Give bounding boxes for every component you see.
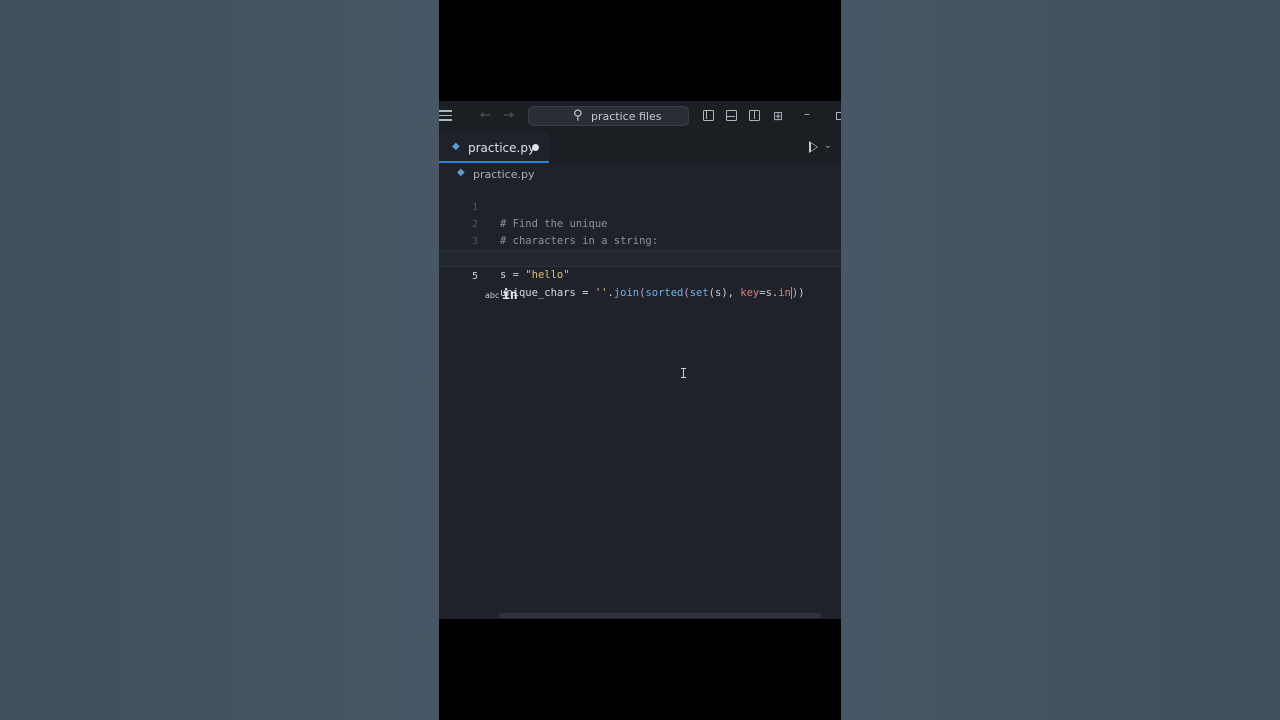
breadcrumb: ◆ practice.py	[439, 163, 841, 184]
background-left	[0, 0, 439, 720]
code-line-current: 5 unique_chars = ''.join(sorted(set(s), …	[439, 250, 841, 299]
code-line: 3	[439, 216, 841, 247]
background-right	[841, 0, 1280, 720]
horizontal-scrollbar[interactable]	[499, 613, 821, 618]
minimize-icon[interactable]: –	[804, 107, 810, 121]
toggle-sidebar-icon[interactable]	[703, 110, 714, 121]
suggestion-label: in	[502, 288, 518, 303]
code-editor[interactable]: 1 # Find the unique 2 # characters in a …	[439, 182, 841, 619]
mouse-ibeam-cursor-icon	[681, 368, 686, 378]
python-file-icon: ◆	[457, 167, 465, 178]
tab-practice-py[interactable]: ◆ practice.py	[439, 132, 549, 163]
customize-layout-icon[interactable]: ⊞	[773, 109, 783, 123]
code-line: 1 # Find the unique	[439, 182, 841, 230]
editor-window: ← → ⚲ practice files ⊞ – ◆ practice.py ⌄…	[439, 101, 841, 619]
command-center-search[interactable]: ⚲ practice files	[528, 106, 689, 126]
code-text: s = "hello"	[500, 267, 570, 284]
chevron-down-icon[interactable]: ⌄	[824, 141, 832, 151]
title-bar: ← → ⚲ practice files ⊞ –	[439, 101, 841, 133]
arrow-right-icon[interactable]: →	[503, 109, 514, 123]
arrow-left-icon[interactable]: ←	[480, 109, 491, 123]
search-text: practice files	[591, 110, 662, 123]
code-line: 4 s = "hello"	[439, 233, 841, 281]
string-token: "hello"	[525, 269, 570, 281]
breadcrumb-item[interactable]: practice.py	[473, 168, 534, 181]
menu-icon[interactable]	[439, 110, 452, 124]
video-frame: ← → ⚲ practice files ⊞ – ◆ practice.py ⌄…	[439, 0, 841, 720]
code-line: 2 # characters in a string:	[439, 199, 841, 247]
line-number: 5	[471, 271, 478, 282]
token: =	[506, 269, 526, 281]
python-file-icon: ◆	[452, 141, 460, 152]
tab-bar: ◆ practice.py ⌄	[439, 132, 841, 163]
tab-label: practice.py	[468, 141, 536, 155]
run-icon[interactable]	[809, 141, 818, 153]
maximize-icon[interactable]	[836, 112, 841, 120]
toggle-panel-icon[interactable]	[726, 110, 737, 121]
search-icon: ⚲	[573, 108, 583, 123]
text-suggestion-icon: abc	[485, 291, 500, 300]
toggle-secondary-sidebar-icon[interactable]	[749, 110, 760, 121]
unsaved-dot-icon[interactable]	[532, 144, 539, 151]
autocomplete-suggestion[interactable]: abc in	[439, 288, 841, 306]
